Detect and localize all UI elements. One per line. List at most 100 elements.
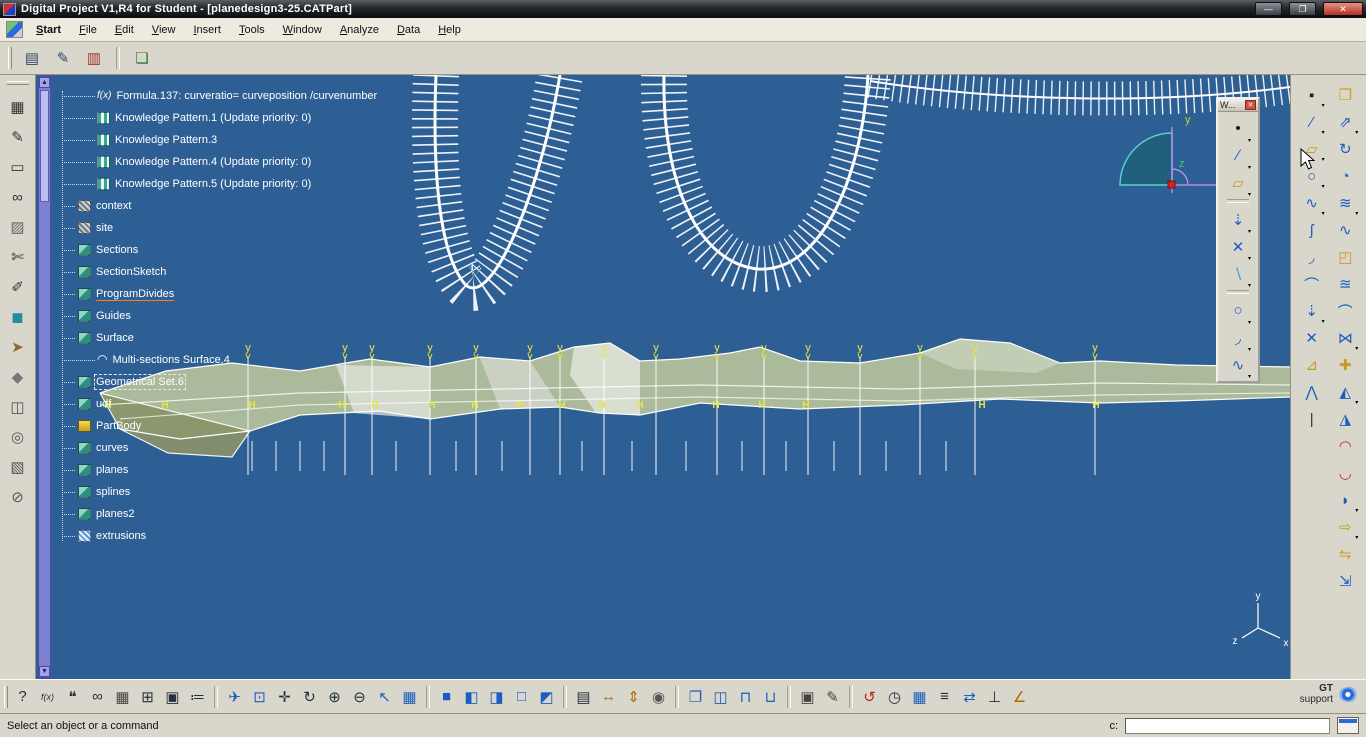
menu-data[interactable]: Data bbox=[388, 20, 429, 40]
chevron-down-icon[interactable]: ▾ bbox=[1322, 210, 1325, 217]
normal-view-icon[interactable]: ↖ bbox=[372, 685, 397, 709]
multi-view-icon[interactable]: ▦ bbox=[397, 685, 422, 709]
sketch-tracer-icon[interactable]: ✎ bbox=[820, 685, 845, 709]
tree-item-extrusions[interactable]: extrusions bbox=[62, 525, 377, 547]
menu-tools[interactable]: Tools bbox=[230, 20, 274, 40]
fly-mode-icon[interactable]: ✈ bbox=[222, 685, 247, 709]
polyline-tool-icon[interactable]: ⋀ bbox=[1299, 380, 1325, 404]
iso-view-icon[interactable]: ❐ bbox=[683, 685, 708, 709]
zoom-out-icon[interactable]: ⊖ bbox=[347, 685, 372, 709]
axis-line-icon[interactable]: | bbox=[1299, 407, 1325, 431]
shading-edges-icon[interactable]: ◧ bbox=[459, 685, 484, 709]
tree-item-knowledge[interactable]: Knowledge Pattern.5 (Update priority: 0) bbox=[61, 173, 377, 195]
symmetry-icon[interactable]: ⇋ bbox=[1332, 542, 1358, 566]
tree-item-partbody[interactable]: PartBody bbox=[62, 415, 377, 437]
scroll-up-icon[interactable]: ▲ bbox=[39, 77, 50, 88]
wireframe-icon[interactable]: □ bbox=[509, 685, 534, 709]
reflect-line-icon[interactable]: ∖ ▾ bbox=[1225, 260, 1251, 290]
link-icon[interactable]: ∞ bbox=[85, 685, 110, 709]
tree-item-planes[interactable]: planes bbox=[62, 459, 377, 481]
spline-tool-icon[interactable]: ∿ ▾ bbox=[1299, 191, 1325, 217]
tree-item-geometrical[interactable]: Geometrical Set.6 bbox=[62, 371, 377, 393]
helix-tool-icon[interactable]: ʃ bbox=[1299, 218, 1325, 242]
hatch-icon[interactable]: ▧ bbox=[5, 455, 31, 479]
chevron-down-icon[interactable]: ▾ bbox=[1355, 210, 1358, 217]
capture-icon[interactable]: ▣ bbox=[795, 685, 820, 709]
close-button[interactable]: ✕ bbox=[1323, 2, 1363, 16]
spline-icon[interactable]: ∿ ▾ bbox=[1225, 351, 1251, 381]
history-icon[interactable]: ◷ bbox=[882, 685, 907, 709]
toolbar-grip[interactable] bbox=[8, 47, 12, 69]
tree-item-curves[interactable]: curves bbox=[62, 437, 377, 459]
law-tool-icon[interactable]: ⊿ bbox=[1299, 353, 1325, 377]
3d-viewport[interactable]: yyyyyyyyyyyyyyyyHHHHHHHHHHHHHHHH z y y z… bbox=[36, 75, 1290, 679]
line-icon[interactable]: ∕ ▾ bbox=[1225, 142, 1251, 171]
cylinder-icon[interactable]: ◎ bbox=[5, 425, 31, 449]
extrude-icon[interactable]: ⇗ ▾ bbox=[1332, 110, 1358, 136]
chevron-down-icon[interactable]: ▾ bbox=[1322, 156, 1325, 163]
whats-this-icon[interactable]: ? bbox=[10, 685, 35, 709]
scrollbar-thumb[interactable] bbox=[40, 90, 49, 202]
knowledge-clip-icon[interactable]: ❏ bbox=[129, 46, 155, 70]
offset-surface-icon[interactable]: ≋ ▾ bbox=[1332, 191, 1358, 217]
minimize-button[interactable]: — bbox=[1255, 2, 1282, 16]
tree-item-context[interactable]: context bbox=[62, 195, 377, 217]
scissors-icon[interactable]: ✄ bbox=[5, 245, 31, 269]
structure-icon[interactable]: ≡ bbox=[932, 685, 957, 709]
palette-title-bar[interactable]: W... ✕ bbox=[1218, 99, 1258, 112]
intersection-icon[interactable]: ✕ ▾ bbox=[1225, 233, 1251, 263]
teal-cube-icon[interactable]: ◼ bbox=[5, 305, 31, 329]
rotate-icon[interactable]: ↻ bbox=[297, 685, 322, 709]
menu-insert[interactable]: Insert bbox=[184, 20, 230, 40]
intersect-tool-icon[interactable]: ✕ bbox=[1299, 326, 1325, 350]
table-icon[interactable]: ▦ bbox=[110, 685, 135, 709]
update-icon[interactable]: ↺ bbox=[857, 685, 882, 709]
formula-icon[interactable]: f(x) bbox=[35, 685, 60, 709]
compass[interactable]: z y bbox=[1119, 114, 1218, 193]
extract-icon[interactable]: ◡ bbox=[1332, 461, 1358, 485]
chevron-down-icon[interactable]: ▾ bbox=[1322, 129, 1325, 136]
projection-icon[interactable]: ⇣ ▾ bbox=[1225, 206, 1251, 236]
point-tool-icon[interactable]: ▪ ▾ bbox=[1299, 83, 1325, 110]
fit-all-icon[interactable]: ⊡ bbox=[247, 685, 272, 709]
power-input-icon[interactable] bbox=[1337, 717, 1359, 734]
connect-curve-icon[interactable]: ⌒ bbox=[1299, 272, 1325, 296]
scroll-down-icon[interactable]: ▼ bbox=[39, 666, 50, 677]
menu-edit[interactable]: Edit bbox=[106, 20, 143, 40]
chevron-down-icon[interactable]: ▾ bbox=[1355, 534, 1358, 541]
swap-space-icon[interactable]: ⇄ bbox=[957, 685, 982, 709]
tree-item-site[interactable]: site bbox=[62, 217, 377, 239]
shaded-view-icon[interactable]: ■ bbox=[434, 685, 459, 709]
chevron-down-icon[interactable]: ▾ bbox=[1355, 507, 1358, 514]
catalog-icon[interactable]: ❒ bbox=[1332, 83, 1358, 107]
slash-circle-icon[interactable]: ⊘ bbox=[5, 485, 31, 509]
workbench-window-icon[interactable]: ▤ bbox=[19, 46, 45, 70]
healing-icon[interactable]: ✚ bbox=[1332, 353, 1358, 377]
circle-icon[interactable]: ○ ▾ bbox=[1225, 297, 1251, 326]
edit-window-icon[interactable]: ✎ bbox=[50, 46, 76, 70]
goggles-icon[interactable]: ∞ bbox=[5, 185, 31, 209]
menu-start[interactable]: Start bbox=[27, 20, 70, 40]
tree-item-programdivides[interactable]: ProgramDivides bbox=[62, 283, 377, 305]
scale-icon[interactable]: ⇲ bbox=[1332, 569, 1358, 593]
circle-tool-icon[interactable]: ○ ▾ bbox=[1299, 164, 1325, 191]
chevron-down-icon[interactable]: ▾ bbox=[1322, 102, 1325, 109]
tree-scrollbar[interactable]: ▲ ▼ bbox=[38, 76, 51, 678]
tree-item-sectionsketch[interactable]: SectionSketch bbox=[62, 261, 377, 283]
side-view-icon[interactable]: ⊔ bbox=[758, 685, 783, 709]
paint-icon[interactable]: ▨ bbox=[5, 215, 31, 239]
app-icon[interactable] bbox=[3, 2, 16, 16]
tree-item-knowledge[interactable]: Knowledge Pattern.3 bbox=[61, 129, 377, 151]
menu-file[interactable]: File bbox=[70, 20, 106, 40]
chevron-down-icon[interactable]: ▾ bbox=[1355, 345, 1358, 352]
mass-properties-icon[interactable]: ◉ bbox=[646, 685, 671, 709]
brush-icon[interactable]: ✐ bbox=[5, 275, 31, 299]
chevron-down-icon[interactable]: ▾ bbox=[1248, 282, 1251, 289]
gem-icon[interactable]: ◆ bbox=[5, 365, 31, 389]
measure-item-icon[interactable]: ⇕ bbox=[621, 685, 646, 709]
tree-item-udf[interactable]: udf bbox=[62, 393, 377, 415]
plane-icon[interactable]: ▱ ▾ bbox=[1225, 169, 1251, 199]
pen-icon[interactable]: ✎ bbox=[5, 125, 31, 149]
menu-analyze[interactable]: Analyze bbox=[331, 20, 388, 40]
chevron-down-icon[interactable]: ▾ bbox=[1248, 191, 1251, 198]
